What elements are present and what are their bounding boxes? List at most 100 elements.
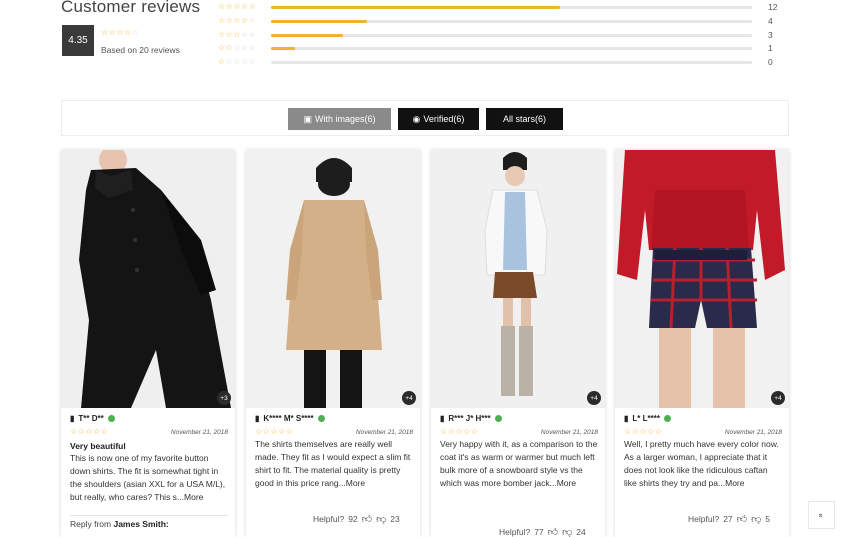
rating-row-stars: ☆ ☆ ☆ ☆ ☆ <box>218 31 268 39</box>
helpful-label: Helpful? <box>313 514 345 524</box>
reviewer-name-row: ▮ K**** M* S**** <box>255 412 413 424</box>
star-icon: ☆ <box>70 427 78 436</box>
more-images-badge[interactable]: +4 <box>587 391 601 405</box>
helpful-down-count: 5 <box>765 514 770 524</box>
helpful-votes: Helpful? 77 👍︎ 👎︎ 24 <box>499 526 586 537</box>
star-icon: ☆ <box>278 427 286 436</box>
review-photo-plaid-shorts[interactable]: +4 <box>615 150 789 408</box>
star-icon: ☆ <box>100 427 108 436</box>
star-icon: ☆ <box>85 427 93 436</box>
star-icon: ☆ <box>233 43 241 52</box>
review-stars: ☆ ☆ ☆ ☆ ☆ <box>440 428 478 436</box>
thumbs-up-icon[interactable]: 👍︎ <box>737 513 747 525</box>
star-icon: ☆ <box>218 57 226 66</box>
reviewer-name: L* L**** <box>632 413 660 423</box>
read-more-link[interactable]: More <box>557 478 576 488</box>
average-stars: ☆ ☆ ☆ ☆ ☆ <box>101 29 139 37</box>
rating-bar-fill <box>271 47 296 50</box>
more-images-badge[interactable]: +4 <box>402 391 416 405</box>
star-icon: ☆ <box>255 427 263 436</box>
reviewer-name: R*** J* H*** <box>448 413 491 423</box>
review-stars: ☆ ☆ ☆ ☆ ☆ <box>255 428 293 436</box>
filter-verified-label: Verified(6) <box>423 114 465 124</box>
rating-row-stars: ☆ ☆ ☆ ☆ ☆ <box>218 17 268 25</box>
read-more-link[interactable]: More <box>725 478 744 488</box>
white-jacket-illustration <box>431 150 605 408</box>
reviewer-name-row: ▮ R*** J* H*** <box>440 412 598 424</box>
thumbs-down-icon[interactable]: 👎︎ <box>376 513 386 525</box>
camera-icon: ▣ <box>303 113 312 124</box>
helpful-down-count: 24 <box>576 527 586 537</box>
helpful-label: Helpful? <box>688 514 720 524</box>
thumbs-up-icon[interactable]: 👍︎ <box>548 526 558 537</box>
rating-row-count: 4 <box>768 16 773 26</box>
review-card: +4 ▮ K**** M* S**** ☆ ☆ ☆ ☆ ☆ November 21, 2… <box>246 150 420 537</box>
read-more-link[interactable]: More <box>184 492 203 502</box>
rating-row-1-stars[interactable]: ☆ ☆ ☆ ☆ ☆ 0 <box>218 57 778 67</box>
average-rating-box: 4.35 <box>62 25 94 56</box>
comment-icon: ▮ <box>624 413 629 423</box>
star-icon: ☆ <box>654 427 662 436</box>
verified-badge-icon <box>494 414 502 422</box>
star-icon: ☆ <box>225 57 233 66</box>
review-photo-white-jacket[interactable]: +4 <box>431 150 605 408</box>
thumbs-up-icon[interactable]: 👍︎ <box>362 513 372 525</box>
camel-coat-illustration <box>246 150 420 408</box>
star-icon: ☆ <box>108 28 116 37</box>
review-photo-camel-coat[interactable]: +4 <box>246 150 420 408</box>
rating-row-2-stars[interactable]: ☆ ☆ ☆ ☆ ☆ 1 <box>218 43 778 53</box>
rating-row-3-stars[interactable]: ☆ ☆ ☆ ☆ ☆ 3 <box>218 30 778 40</box>
filter-with-images-button[interactable]: ▣ With images(6) <box>288 108 391 130</box>
rating-row-count: 0 <box>768 57 773 67</box>
rating-row-count: 1 <box>768 43 773 53</box>
filter-verified-button[interactable]: ◉ Verified(6) <box>398 108 479 130</box>
star-icon: ☆ <box>463 427 471 436</box>
star-icon: ☆ <box>77 427 85 436</box>
more-images-badge[interactable]: +4 <box>771 391 785 405</box>
scroll-to-top-button[interactable]: « <box>808 501 835 529</box>
star-icon: ☆ <box>241 2 249 11</box>
rating-bar-fill <box>271 34 344 37</box>
rating-bar-track <box>271 61 752 64</box>
thumbs-down-icon[interactable]: 👎︎ <box>751 513 761 525</box>
star-icon: ☆ <box>131 28 139 37</box>
rating-row-5-stars[interactable]: ☆ ☆ ☆ ☆ ☆ 12 <box>218 2 778 12</box>
review-card: +3 ▮ T** D** ☆ ☆ ☆ ☆ ☆ November 21, 2018 Ver… <box>61 150 235 537</box>
review-text-body: The shirts themselves are really well ma… <box>255 439 411 488</box>
review-text-body: Well, I pretty much have every color now… <box>624 439 779 488</box>
helpful-label: Helpful? <box>499 527 531 537</box>
rating-row-stars: ☆ ☆ ☆ ☆ ☆ <box>218 44 268 52</box>
review-photo-black-coat[interactable]: +3 <box>61 150 235 408</box>
star-icon: ☆ <box>233 30 241 39</box>
chevron-up-icon: « <box>816 512 826 518</box>
star-icon: ☆ <box>233 57 241 66</box>
star-icon: ☆ <box>225 2 233 11</box>
reply-prefix: Reply from <box>70 519 112 529</box>
review-filter-bar: ▣ With images(6) ◉ Verified(6) All stars… <box>61 100 789 136</box>
based-on-count: Based on 20 reviews <box>101 45 180 55</box>
read-more-link[interactable]: More <box>346 478 365 488</box>
star-icon: ☆ <box>647 427 655 436</box>
review-title: Very beautiful <box>70 441 126 451</box>
filter-all-stars-button[interactable]: All stars(6) <box>486 108 563 130</box>
review-text: This is now one of my favorite button do… <box>70 452 228 504</box>
thumbs-down-icon[interactable]: 👎︎ <box>562 526 572 537</box>
star-icon: ☆ <box>218 30 226 39</box>
comment-icon: ▮ <box>70 413 75 423</box>
filter-all-stars-label: All stars(6) <box>502 114 546 124</box>
star-icon: ☆ <box>248 30 256 39</box>
star-icon: ☆ <box>241 30 249 39</box>
rating-row-count: 12 <box>768 2 778 12</box>
star-icon: ☆ <box>225 16 233 25</box>
reviewer-name-row: ▮ T** D** <box>70 412 228 424</box>
rating-row-4-stars[interactable]: ☆ ☆ ☆ ☆ ☆ 4 <box>218 16 778 26</box>
rating-bar-fill <box>271 6 560 9</box>
star-icon: ☆ <box>248 57 256 66</box>
star-icon: ☆ <box>241 43 249 52</box>
helpful-up-count: 27 <box>723 514 733 524</box>
more-images-badge[interactable]: +3 <box>217 391 231 405</box>
rating-bar-fill <box>271 20 368 23</box>
star-icon: ☆ <box>624 427 632 436</box>
comment-icon: ▮ <box>440 413 445 423</box>
star-icon: ☆ <box>241 57 249 66</box>
